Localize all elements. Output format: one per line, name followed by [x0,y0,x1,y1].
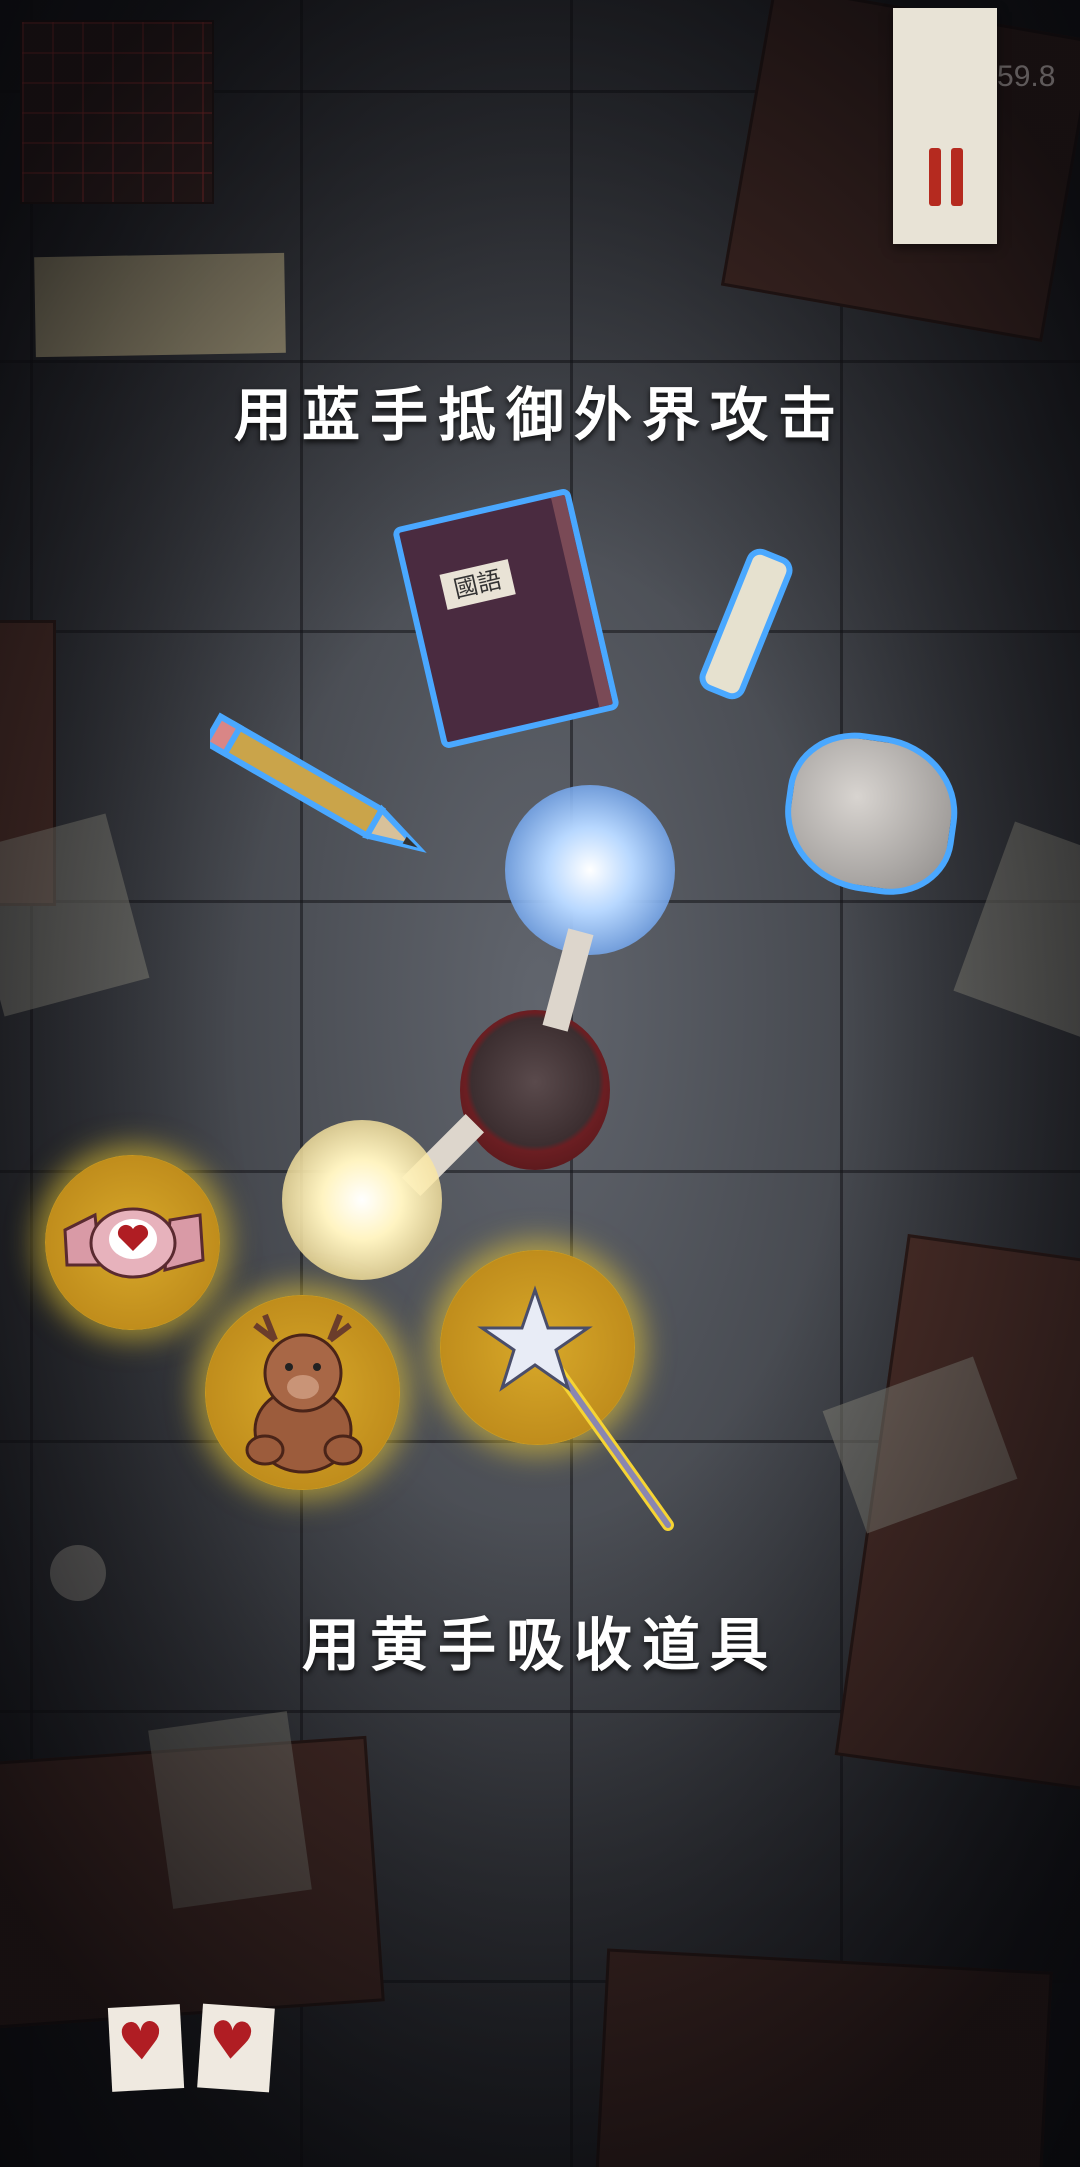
pencil-icon [210,712,427,853]
wand-graphic [477,1285,674,1531]
heart-icon: ♥ [116,2011,166,2074]
pause-icon-bar [951,148,963,206]
book-label: 國語 [439,559,516,610]
candy-graphic [63,1207,205,1279]
tutorial-hint-top: 用蓝手抵御外界攻击 [233,381,846,449]
game-scene[interactable]: FPS: 59.8 用蓝手抵御外界攻击 用黄手吸收道具 國語 [0,0,1080,2167]
life-card-2: ♥ [197,2003,275,2093]
magic-wand-icon [440,1250,674,1531]
candy-icon [45,1155,220,1330]
tutorial-hint-bottom: 用黄手吸收道具 [301,1611,778,1679]
heart-icon: ♥ [206,2010,258,2074]
teddy-bear-graphic [245,1313,363,1474]
teddy-bear-icon [205,1295,400,1490]
yellow-hand-glow [282,1120,442,1280]
player-character [460,1010,610,1170]
pause-button[interactable] [893,8,997,244]
life-card-1: ♥ [107,2004,185,2092]
blue-hand-glow [505,785,675,955]
pause-icon [929,148,941,206]
